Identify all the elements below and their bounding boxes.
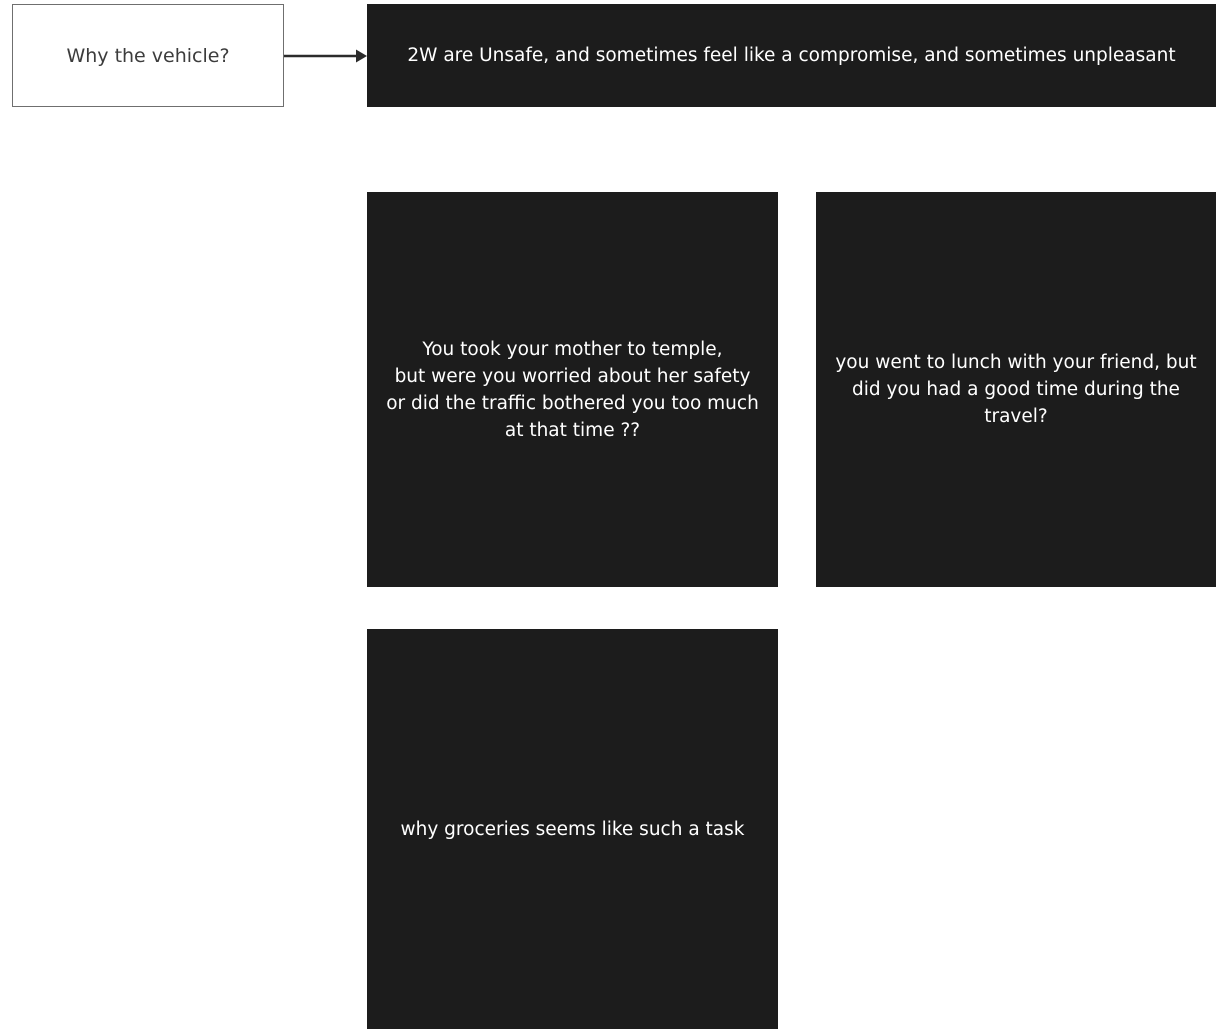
card-temple-line: You took your mother to temple,	[422, 338, 723, 360]
arrow-head-icon	[356, 49, 367, 63]
card-groceries-label: why groceries seems like such a task	[400, 818, 745, 840]
card-temple-text: You took your mother to temple, but were…	[386, 336, 759, 444]
question-label: Why the vehicle?	[66, 44, 230, 67]
card-temple-line: but were you worried about her safety	[394, 365, 751, 387]
question-node[interactable]: Why the vehicle?	[12, 4, 284, 107]
card-lunch-line: did you had a good time during the	[852, 379, 1180, 400]
card-lunch[interactable]: you went to lunch with your friend, but …	[816, 192, 1216, 587]
card-lunch-line: travel?	[984, 406, 1048, 427]
card-temple-line: at that time ??	[504, 419, 641, 441]
answer-label: 2W are Unsafe, and sometimes feel like a…	[407, 45, 1176, 66]
card-temple-line: or did the traffic bothered you too much	[386, 392, 759, 414]
card-groceries[interactable]: why groceries seems like such a task	[367, 629, 778, 1029]
answer-node[interactable]: 2W are Unsafe, and sometimes feel like a…	[367, 4, 1216, 107]
card-temple[interactable]: You took your mother to temple, but were…	[367, 192, 778, 587]
card-lunch-line: you went to lunch with your friend, but	[835, 352, 1197, 373]
card-lunch-text: you went to lunch with your friend, but …	[835, 349, 1196, 430]
